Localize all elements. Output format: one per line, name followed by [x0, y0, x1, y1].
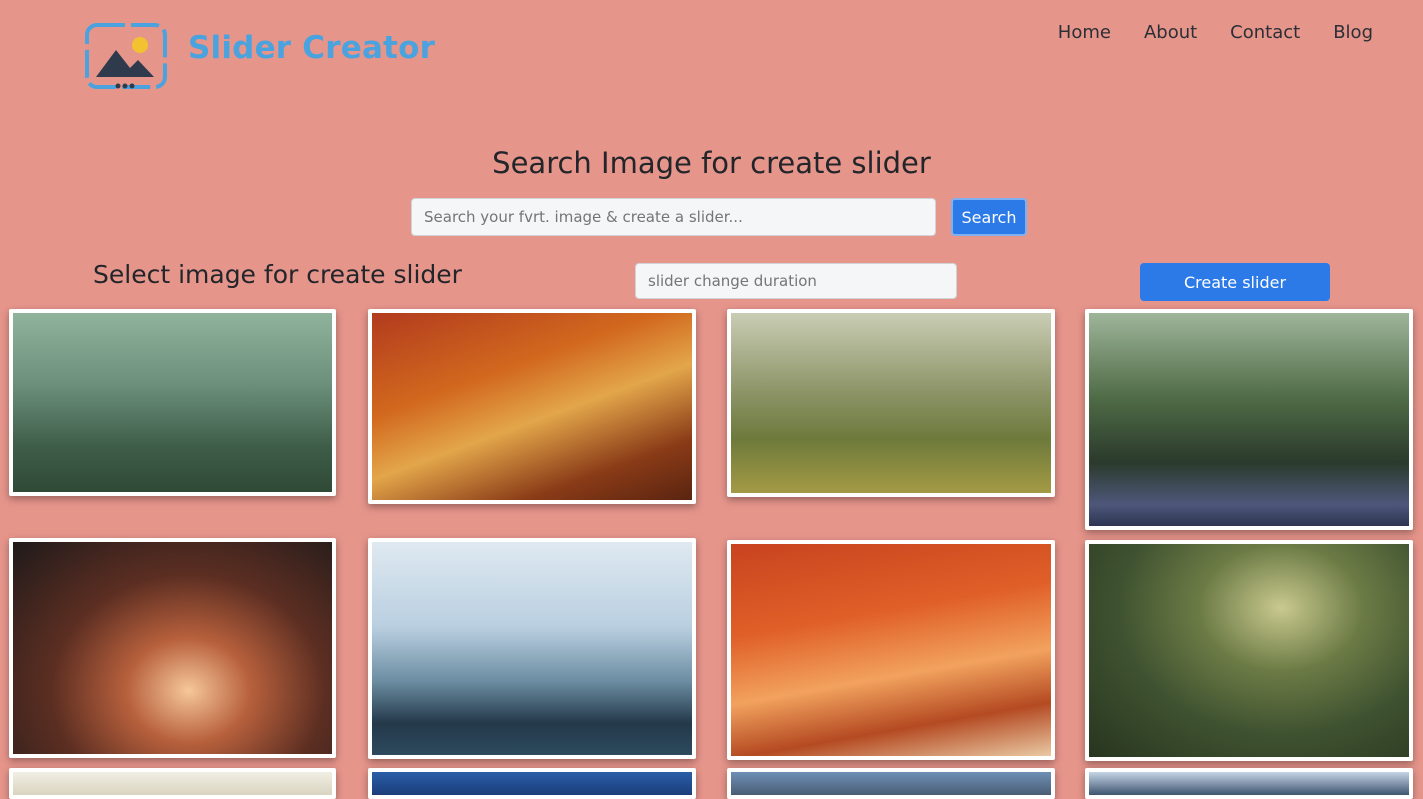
- image-card[interactable]: [9, 309, 336, 496]
- image-card[interactable]: [368, 309, 696, 504]
- image-card[interactable]: [9, 768, 336, 799]
- image-card[interactable]: [1085, 768, 1413, 799]
- image-pale-sky: [13, 772, 332, 795]
- duration-input[interactable]: [635, 263, 957, 299]
- nav-blog[interactable]: Blog: [1333, 22, 1373, 43]
- select-image-heading: Select image for create slider: [93, 260, 462, 289]
- image-foggy-autumn-trees: [13, 542, 332, 754]
- image-blue-night: [372, 772, 692, 795]
- create-slider-button[interactable]: Create slider: [1140, 263, 1330, 301]
- image-sunlit-forest: [731, 313, 1051, 493]
- image-card[interactable]: [727, 309, 1055, 497]
- nav-about[interactable]: About: [1144, 22, 1197, 43]
- image-lake-clouds: [1089, 772, 1409, 795]
- image-gallery-icon: [85, 23, 167, 89]
- image-card[interactable]: [727, 540, 1055, 760]
- image-mossy-forest-trail: [1089, 544, 1409, 757]
- image-red-autumn-path: [731, 544, 1051, 756]
- image-misty-mountain-forest: [372, 542, 692, 755]
- image-card[interactable]: [1085, 309, 1413, 530]
- image-card[interactable]: [9, 538, 336, 758]
- image-forest-path-sunrays: [1089, 313, 1409, 526]
- nav-home[interactable]: Home: [1058, 22, 1111, 43]
- image-card[interactable]: [1085, 540, 1413, 761]
- image-card[interactable]: [727, 768, 1055, 799]
- brand-name[interactable]: Slider Creator: [188, 30, 435, 66]
- main-nav: Home About Contact Blog: [1058, 22, 1373, 43]
- search-input[interactable]: [411, 198, 936, 236]
- search-heading: Search Image for create slider: [492, 146, 931, 180]
- image-misty-forest: [13, 313, 332, 492]
- nav-contact[interactable]: Contact: [1230, 22, 1300, 43]
- image-card[interactable]: [368, 538, 696, 759]
- image-clouds-hills: [731, 772, 1051, 795]
- image-autumn-forest-road: [372, 313, 692, 500]
- search-button[interactable]: Search: [951, 198, 1027, 236]
- image-card[interactable]: [368, 768, 696, 799]
- logo[interactable]: [84, 22, 168, 92]
